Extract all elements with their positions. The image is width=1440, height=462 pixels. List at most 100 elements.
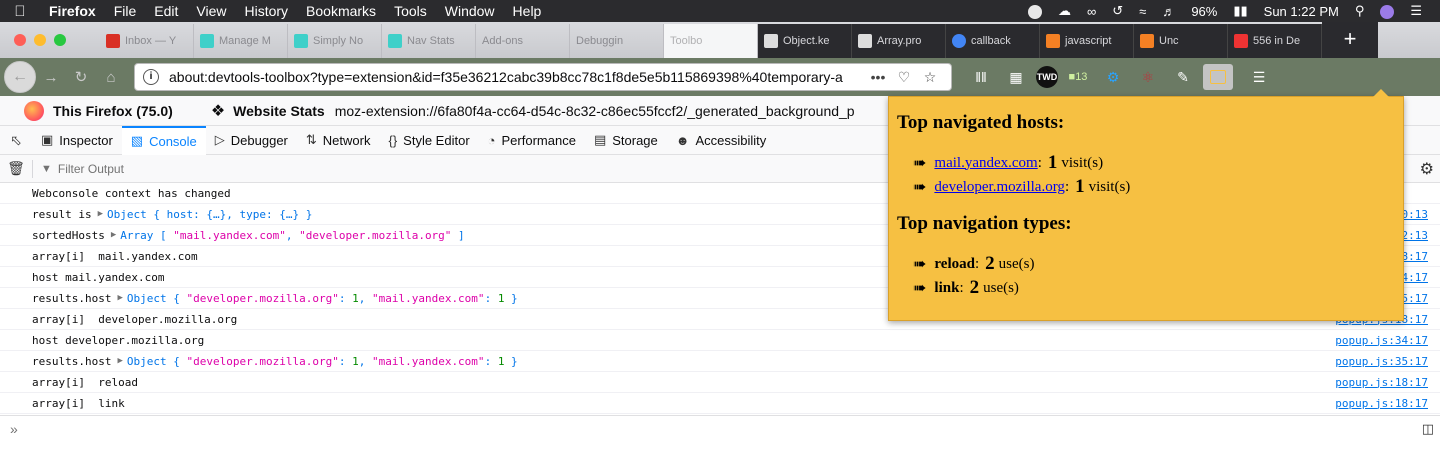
reader-icon[interactable]: ▦ [1001,64,1031,90]
element-picker-icon[interactable]: ⬁ [0,132,32,149]
pocket-icon[interactable]: ♡ [891,69,917,86]
expand-triangle-icon[interactable]: ▶ [111,230,116,240]
host-link[interactable]: developer.mozilla.org [934,179,1065,196]
reload-button[interactable]: ↻ [66,68,96,86]
console-settings-gear-icon[interactable]: ⚙ [1420,159,1434,179]
menu-help[interactable]: Help [504,3,551,19]
arrow-icon: ➠ [913,179,927,196]
menu-view[interactable]: View [187,3,235,19]
tab-simply[interactable]: Simply No [288,24,382,58]
url-bar[interactable]: i about:devtools-toolbox?type=extension&… [134,63,952,91]
tab-strip: Inbox — Y Manage M Simply No Nav Stats A… [0,22,1440,58]
page-actions-icon[interactable]: ••• [865,69,891,85]
notes-extension-icon[interactable]: ✎ [1168,64,1198,90]
bug-extension-icon[interactable]: ⚛ [1133,64,1163,90]
source-link[interactable]: popup.js:34:17 [1335,334,1428,347]
tab-debugging[interactable]: Debuggin [570,24,664,58]
tab-debugger[interactable]: ▷ Debugger [206,126,297,155]
object-preview[interactable]: Object { host: {…}, type: {…} } [107,208,312,221]
tab-console[interactable]: ▧ Console [121,125,206,155]
tab-addons[interactable]: Add-ons [476,24,570,58]
stackoverflow-icon [1140,34,1154,48]
creative-cloud-icon[interactable]: ∞ [1079,4,1104,19]
search-icon[interactable]: ⚲ [1347,3,1373,19]
tab-performance[interactable]: ◔ Performance [479,126,585,155]
tab-style-editor[interactable]: {} Style Editor [379,126,478,155]
volume-icon[interactable]: ♬ [1154,4,1183,19]
cloud-status-icon[interactable]: ☁ [1050,3,1079,19]
tab-toolbox[interactable]: Toolbo [664,24,758,58]
tab-manage[interactable]: Manage M [194,24,288,58]
website-stats-extension-icon[interactable] [1203,64,1233,90]
siri-icon[interactable] [1372,3,1402,19]
menu-app-name[interactable]: Firefox [40,3,105,19]
extension-name: Website Stats [233,102,325,119]
tab-network[interactable]: ⇅ Network [297,126,380,155]
close-window-button[interactable] [14,34,26,46]
bookmark-star-icon[interactable]: ☆ [917,69,943,86]
bottom-strip [0,441,1440,462]
tab-navstats[interactable]: Nav Stats [382,24,476,58]
menu-window[interactable]: Window [436,3,504,19]
minimize-window-button[interactable] [34,34,46,46]
library-icon[interactable]: ‖‖ [966,64,996,90]
clock[interactable]: Sun 1:22 PM [1256,4,1347,19]
hosts-heading: Top navigated hosts: [897,112,1065,133]
menu-bookmarks[interactable]: Bookmarks [297,3,385,19]
tab-inspector[interactable]: ▣ Inspector [32,126,122,155]
badge-extension-icon[interactable]: ■13 [1063,64,1093,90]
new-tab-button[interactable]: + [1322,22,1378,58]
gear-extension-icon[interactable]: ⚙ [1098,64,1128,90]
puzzle-icon [388,34,402,48]
wifi-icon[interactable]: ≈ [1131,4,1154,19]
menu-edit[interactable]: Edit [145,3,187,19]
menu-file[interactable]: File [105,3,146,19]
tab-callback[interactable]: callback [946,24,1040,58]
checkmark-status-icon[interactable] [1020,3,1050,19]
tab-inbox[interactable]: Inbox — Y [100,24,194,58]
visit-count: 1 [1047,152,1058,173]
list-item: ➠ mail.yandex.com: 1 visit(s) [913,152,1104,173]
tab-javascript[interactable]: javascript [1040,24,1134,58]
console-input-line[interactable]: » ◫ [0,415,1440,441]
tab-storage[interactable]: ▤ Storage [585,126,667,155]
performance-icon: ◔ [487,132,496,148]
source-link[interactable]: popup.js:18:17 [1335,376,1428,389]
menu-icon[interactable]: ☰ [1244,64,1274,90]
expand-triangle-icon[interactable]: ▶ [98,209,103,219]
menu-history[interactable]: History [235,3,297,19]
battery-percent[interactable]: 96% [1183,4,1225,19]
forward-button[interactable]: → [36,69,66,86]
host-link[interactable]: mail.yandex.com [934,155,1037,172]
notification-center-icon[interactable]: ☰ [1402,3,1430,19]
url-text[interactable]: about:devtools-toolbox?type=extension&id… [169,69,865,85]
battery-icon: ▮▮ [1233,3,1248,18]
object-preview[interactable]: Object { "developer.mozilla.org": 1, "ma… [127,292,518,305]
filter-output-input[interactable]: ▼ Filter Output [41,162,124,176]
menu-tools[interactable]: Tools [385,3,436,19]
apple-menu-icon[interactable]:  [0,3,40,20]
home-button[interactable]: ⌂ [96,69,126,86]
tab-array-proto[interactable]: Array.pro [852,24,946,58]
tab-unc[interactable]: Unc [1134,24,1228,58]
source-link[interactable]: popup.js:18:17 [1335,397,1428,410]
info-icon[interactable]: i [143,69,159,85]
debug-target-name[interactable]: This Firefox (75.0) [53,103,173,119]
visit-unit: visit(s) [1088,178,1131,195]
twd-extension-icon[interactable]: TWD [1036,66,1058,88]
sidebar-toggle-icon[interactable]: ◫ [1422,421,1434,437]
object-preview[interactable]: Object { "developer.mozilla.org": 1, "ma… [127,355,518,368]
tab-556[interactable]: 556 in De [1228,24,1322,58]
tab-object-keys[interactable]: Object.ke [758,24,852,58]
time-machine-icon[interactable]: ↺ [1104,3,1131,19]
back-button[interactable]: ← [4,61,36,93]
expand-triangle-icon[interactable]: ▶ [117,293,122,303]
visit-count: 1 [1075,176,1085,197]
clear-console-trash-icon[interactable]: 🗑 [0,160,32,177]
tab-accessibility[interactable]: ☻ Accessibility [667,126,775,155]
console-row: results.host ▶ Object { "developer.mozil… [0,351,1440,372]
zoom-window-button[interactable] [54,34,66,46]
source-link[interactable]: popup.js:35:17 [1335,355,1428,368]
expand-triangle-icon[interactable]: ▶ [117,356,122,366]
array-preview[interactable]: Array [ "mail.yandex.com", "developer.mo… [120,229,464,242]
